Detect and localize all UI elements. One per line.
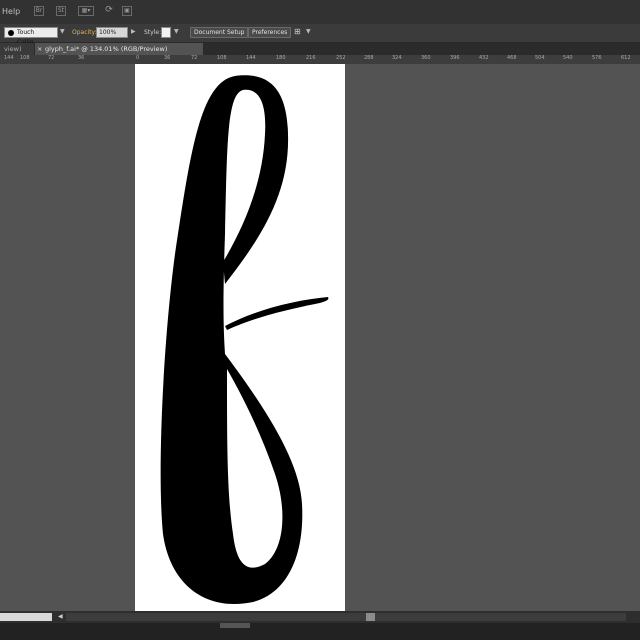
horizontal-scrollbar[interactable]: ◀ — [0, 611, 640, 623]
ruler-label: 576 — [592, 55, 602, 61]
ruler-label: 108 — [217, 55, 227, 61]
bridge-icon[interactable]: Br — [34, 6, 44, 16]
menu-help[interactable]: Help — [2, 7, 20, 16]
opacity-field[interactable]: 100% — [96, 27, 128, 38]
glyph-f-artwork[interactable] — [135, 64, 345, 611]
scroll-track[interactable] — [66, 613, 626, 621]
control-bar: Touch Callig... ▼ Opacity: 100% ▶ Style:… — [0, 24, 640, 46]
bottom-panel — [0, 623, 640, 640]
arrange-dropdown-icon[interactable]: ▼ — [306, 27, 311, 38]
tab-glyph-f[interactable]: × glyph_f.ai* @ 134.01% (RGB/Preview) — [35, 43, 203, 55]
ruler-label: 180 — [276, 55, 286, 61]
tab-active-label: glyph_f.ai* @ 134.01% (RGB/Preview) — [45, 45, 168, 53]
glyph-f-crossbar — [225, 297, 329, 330]
brush-selector[interactable]: Touch Callig... — [4, 27, 58, 46]
ruler-label: 504 — [535, 55, 545, 61]
ruler-label: 216 — [306, 55, 316, 61]
ruler-label: 0 — [136, 55, 140, 61]
style-swatch[interactable] — [161, 27, 171, 38]
ruler-label: 324 — [392, 55, 402, 61]
ruler-label: 252 — [336, 55, 346, 61]
ruler-label: 72 — [191, 55, 198, 61]
document-setup-button[interactable]: Document Setup — [190, 27, 249, 38]
ruler-label: 144 — [246, 55, 256, 61]
ruler-label: 360 — [421, 55, 431, 61]
brush-dropdown-icon[interactable]: ▼ — [60, 27, 65, 38]
brush-dot-icon — [8, 30, 14, 36]
ruler-label: 468 — [507, 55, 517, 61]
artboard[interactable] — [135, 64, 345, 611]
ruler-label: 36 — [164, 55, 171, 61]
ruler-label: 288 — [364, 55, 374, 61]
style-dropdown-icon[interactable]: ▼ — [174, 27, 179, 38]
tab-previous[interactable]: view) — [0, 43, 34, 55]
arrange-documents-icon[interactable]: ▦▾ — [78, 6, 94, 16]
style-label: Style: — [144, 29, 162, 36]
scroll-left-icon[interactable]: ◀ — [58, 613, 63, 620]
sync-settings-icon[interactable]: ▣ — [122, 6, 132, 16]
panel-resize-handle[interactable] — [220, 623, 250, 628]
ruler-label: 612 — [621, 55, 631, 61]
glyph-f-stem — [160, 75, 303, 605]
ruler-label: 396 — [450, 55, 460, 61]
opacity-arrow-icon[interactable]: ▶ — [131, 27, 136, 38]
tab-previous-label: view) — [4, 45, 22, 53]
document-tabs: view) × glyph_f.ai* @ 134.01% (RGB/Previ… — [0, 43, 640, 55]
ruler-label: 108 — [20, 55, 30, 61]
ruler-label: 36 — [78, 55, 85, 61]
close-icon[interactable]: × — [37, 43, 42, 55]
opacity-label[interactable]: Opacity: — [72, 28, 97, 39]
arrange-icon[interactable]: ⊞ — [294, 27, 301, 38]
preferences-button[interactable]: Preferences — [248, 27, 292, 38]
scroll-thumb[interactable] — [366, 613, 375, 621]
ruler-label: 432 — [479, 55, 489, 61]
ruler-label: 72 — [48, 55, 55, 61]
menu-bar: Help Br St ▦▾ ⟳ ▣ — [0, 0, 640, 24]
stock-icon[interactable]: St — [56, 6, 66, 16]
gpu-icon[interactable]: ⟳ — [104, 6, 114, 16]
ruler-label: 144 — [4, 55, 14, 61]
ruler-label: 540 — [563, 55, 573, 61]
status-field[interactable] — [0, 613, 52, 621]
